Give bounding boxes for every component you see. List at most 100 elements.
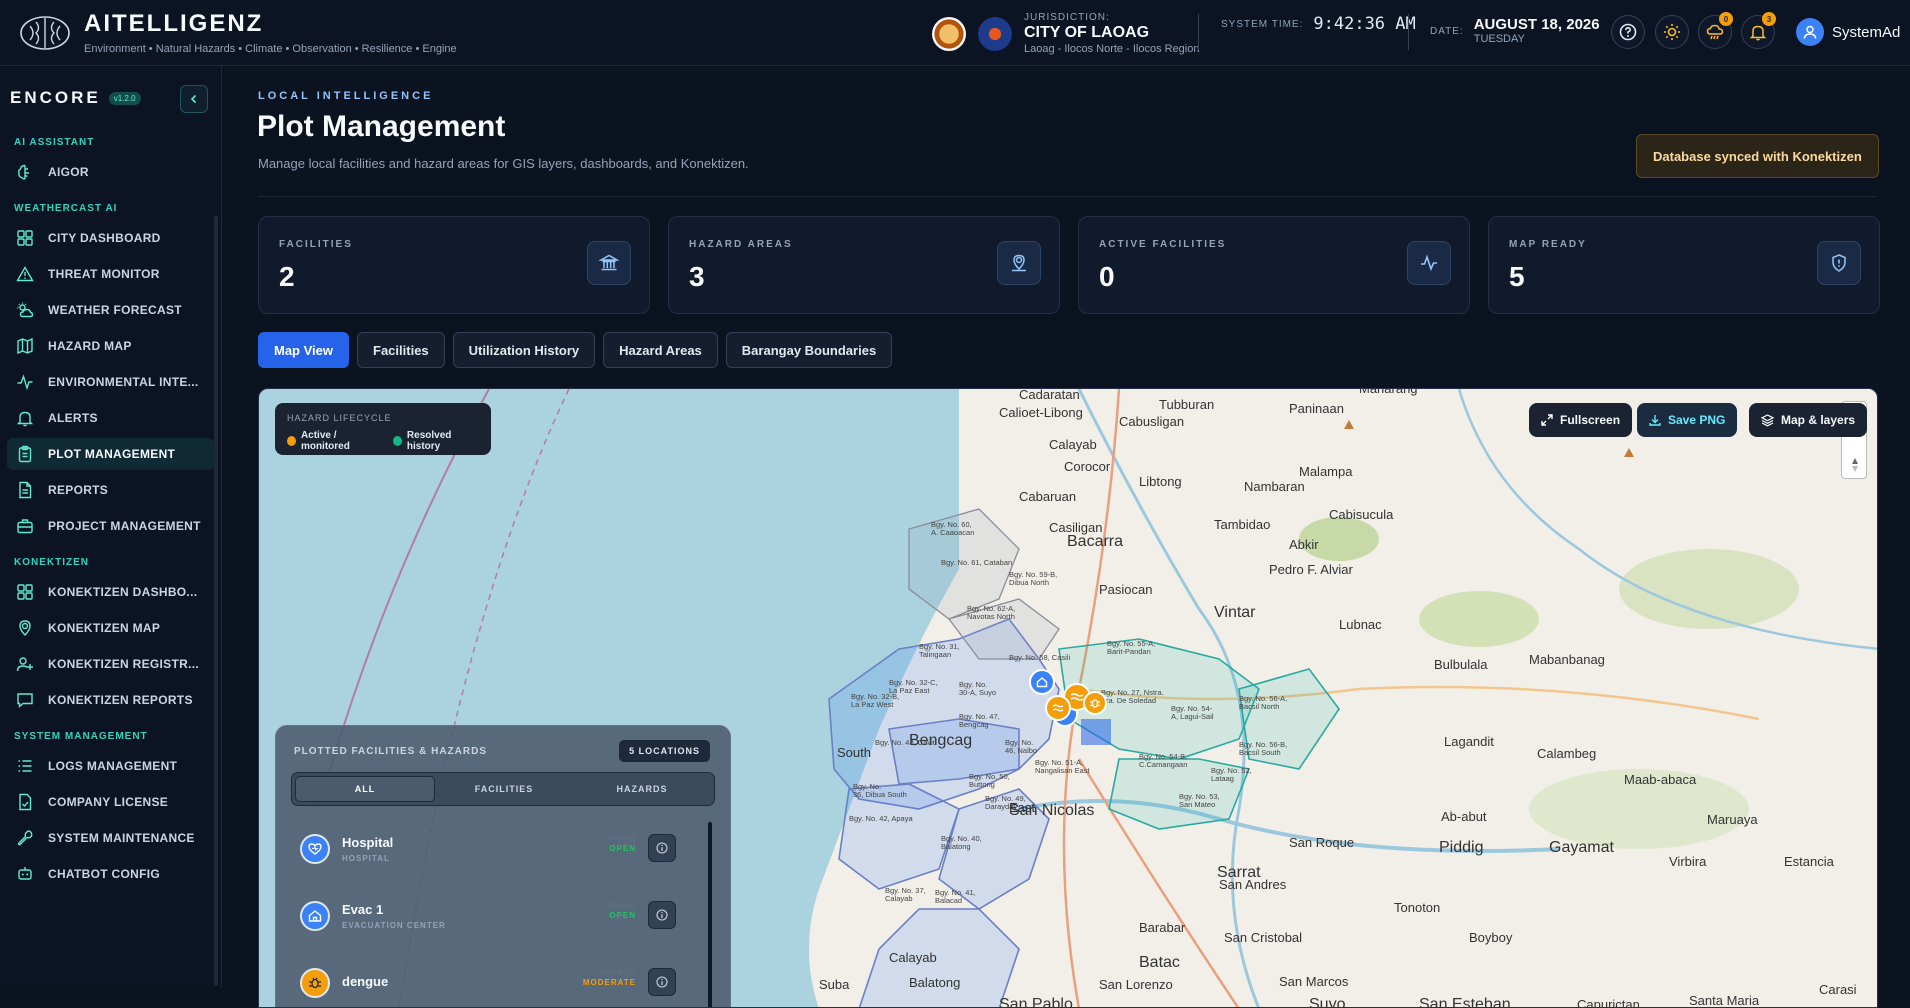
sun-icon [1664, 24, 1680, 40]
svg-text:Barit-Pandan: Barit-Pandan [1107, 647, 1151, 656]
svg-text:Cadaratan: Cadaratan [1019, 389, 1080, 402]
save-png-button[interactable]: Save PNG [1637, 403, 1738, 437]
locations-count-badge: 5 LOCATIONS [619, 740, 710, 762]
filter-hazards[interactable]: HAZARDS [573, 776, 711, 802]
tab-facilities[interactable]: Facilities [357, 332, 445, 368]
svg-text:La Paz East: La Paz East [889, 686, 930, 695]
item-status: OPEN [609, 844, 636, 853]
sidebar-item-system-maintenance[interactable]: SYSTEM MAINTENANCE [7, 822, 214, 854]
sidebar-item-label: ENVIRONMENTAL INTE... [48, 375, 199, 389]
sidebar-item-label: SYSTEM MAINTENANCE [48, 831, 195, 845]
info-button[interactable] [648, 901, 676, 929]
info-button[interactable] [648, 834, 676, 862]
chevron-left-icon [190, 94, 197, 104]
svg-text:A. Caaoacan: A. Caaoacan [931, 528, 974, 537]
theme-toggle-button[interactable] [1655, 15, 1689, 49]
sidebar-item-company-license[interactable]: COMPANY LICENSE [7, 786, 214, 818]
map-layers-button[interactable]: Map & layers [1749, 403, 1868, 437]
filter-all[interactable]: ALL [295, 776, 435, 802]
date-label: DATE: [1430, 26, 1464, 37]
fullscreen-button[interactable]: Fullscreen [1529, 403, 1633, 437]
svg-text:San Mateo: San Mateo [1179, 800, 1215, 809]
gis-map[interactable]: Cadaratan Tubburan Paninaan Manarang Calioe… [258, 388, 1878, 1008]
svg-text:Libtong: Libtong [1139, 474, 1182, 489]
sidebar-item-hazard-map[interactable]: HAZARD MAP [7, 330, 214, 362]
svg-text:Sra. De Soledad: Sra. De Soledad [1101, 696, 1156, 705]
help-icon [1619, 23, 1637, 41]
stat-value: 3 [689, 261, 705, 292]
page-kicker: LOCAL INTELLIGENCE [258, 90, 434, 102]
panel-scrollbar[interactable] [708, 822, 712, 1007]
stat-label: ACTIVE FACILITIES [1099, 239, 1227, 250]
map-layers-label: Map & layers [1781, 413, 1856, 427]
svg-text:Maruaya: Maruaya [1707, 812, 1758, 827]
sidebar-item-logs-management[interactable]: LOGS MANAGEMENT [7, 750, 214, 782]
info-icon [656, 842, 668, 854]
plotted-locations-panel: PLOTTED FACILITIES & HAZARDS 5 LOCATIONS… [275, 725, 731, 1007]
sidebar-item-label: REPORTS [48, 483, 109, 497]
filter-facilities[interactable]: FACILITIES [435, 776, 573, 802]
sidebar-scrollbar[interactable] [214, 216, 218, 986]
bell-icon [1749, 25, 1767, 41]
item-name: Evac 1 [342, 902, 384, 917]
stat-card-active-facilities: ACTIVE FACILITIES 0 [1078, 216, 1470, 314]
sidebar-nav: AI ASSISTANT AIGOR WEATHERCAST AI CITY DASH… [0, 134, 221, 890]
hazard-legend: HAZARD LIFECYCLE Active / monitored Reso… [275, 403, 491, 455]
stat-card-hazard-areas: HAZARD AREAS 3 [668, 216, 1060, 314]
svg-text:Corocor: Corocor [1064, 459, 1111, 474]
sidebar-item-konektizen-dashbo[interactable]: KONEKTIZEN DASHBO... [7, 576, 214, 608]
facility-marker[interactable] [1029, 669, 1055, 695]
sidebar-section-label: KONEKTIZEN [14, 557, 89, 568]
info-icon [656, 909, 668, 921]
sidebar-item-aigor[interactable]: AIGOR [7, 156, 214, 188]
item-status: OPEN [609, 911, 636, 920]
svg-text:Calioet-Libong: Calioet-Libong [999, 405, 1083, 420]
sidebar-item-plot-management[interactable]: PLOT MANAGEMENT [7, 438, 214, 470]
user-menu[interactable]: SystemAd [1796, 18, 1900, 46]
activity-icon [16, 373, 34, 391]
sidebar-item-project-management[interactable]: PROJECT MANAGEMENT [7, 510, 214, 542]
svg-text:Boyboy: Boyboy [1469, 930, 1513, 945]
tab-hazard-areas[interactable]: Hazard Areas [603, 332, 718, 368]
sidebar-item-konektizen-map[interactable]: KONEKTIZEN MAP [7, 612, 214, 644]
brand[interactable]: AITELLIGENZ Environment • Natural Hazard… [18, 10, 457, 55]
map-pin-icon [16, 619, 34, 637]
list-item[interactable]: Hospital HOSPITAL STATUS OPEN [300, 824, 690, 874]
sidebar-item-environmental-inte[interactable]: ENVIRONMENTAL INTE... [7, 366, 214, 398]
expand-icon [1541, 414, 1553, 426]
svg-text:Malampa: Malampa [1299, 464, 1353, 479]
notifications-button[interactable]: 3 [1741, 12, 1776, 49]
tab-barangay-boundaries[interactable]: Barangay Boundaries [725, 332, 893, 368]
svg-text:Ab-abut: Ab-abut [1441, 809, 1487, 824]
tab-utilization-history[interactable]: Utilization History [452, 332, 596, 368]
document-icon [16, 481, 34, 499]
sidebar-item-weather-forecast[interactable]: WEATHER FORECAST [7, 294, 214, 326]
sidebar-item-reports[interactable]: REPORTS [7, 474, 214, 506]
hazard-marker[interactable] [1083, 691, 1107, 715]
info-button[interactable] [648, 968, 676, 996]
system-time-label: SYSTEM TIME: [1221, 18, 1304, 30]
help-button[interactable] [1611, 15, 1645, 49]
sidebar-item-city-dashboard[interactable]: CITY DASHBOARD [7, 222, 214, 254]
jurisdiction-label: JURISDICTION: [1024, 12, 1110, 23]
svg-text:Calayab: Calayab [885, 894, 913, 903]
svg-text:San Lorenzo: San Lorenzo [1099, 977, 1173, 992]
tab-map-view[interactable]: Map View [258, 332, 350, 368]
svg-text:Pedro F. Alviar: Pedro F. Alviar [1269, 562, 1353, 577]
list-item[interactable]: dengue SEVERITY MODERATE [300, 958, 690, 1007]
weather-alerts-button[interactable]: 0 [1698, 12, 1733, 49]
sidebar-item-konektizen-registr[interactable]: KONEKTIZEN REGISTR... [7, 648, 214, 680]
sidebar-collapse-button[interactable] [180, 85, 208, 113]
sidebar-item-label: THREAT MONITOR [48, 267, 160, 281]
sidebar-item-label: ALERTS [48, 411, 98, 425]
sidebar-item-chatbot-config[interactable]: CHATBOT CONFIG [7, 858, 214, 890]
sidebar-item-threat-monitor[interactable]: THREAT MONITOR [7, 258, 214, 290]
list-item[interactable]: Evac 1 EVACUATION CENTER STATUS OPEN [300, 891, 690, 941]
svg-text:Talingaan: Talingaan [919, 650, 951, 659]
download-icon [1649, 415, 1661, 426]
svg-text:Sarrat: Sarrat [1217, 864, 1261, 881]
sidebar-item-alerts[interactable]: ALERTS [7, 402, 214, 434]
shelter-icon [300, 901, 330, 931]
sidebar-item-konektizen-reports[interactable]: KONEKTIZEN REPORTS [7, 684, 214, 716]
hazard-marker[interactable] [1045, 695, 1071, 721]
